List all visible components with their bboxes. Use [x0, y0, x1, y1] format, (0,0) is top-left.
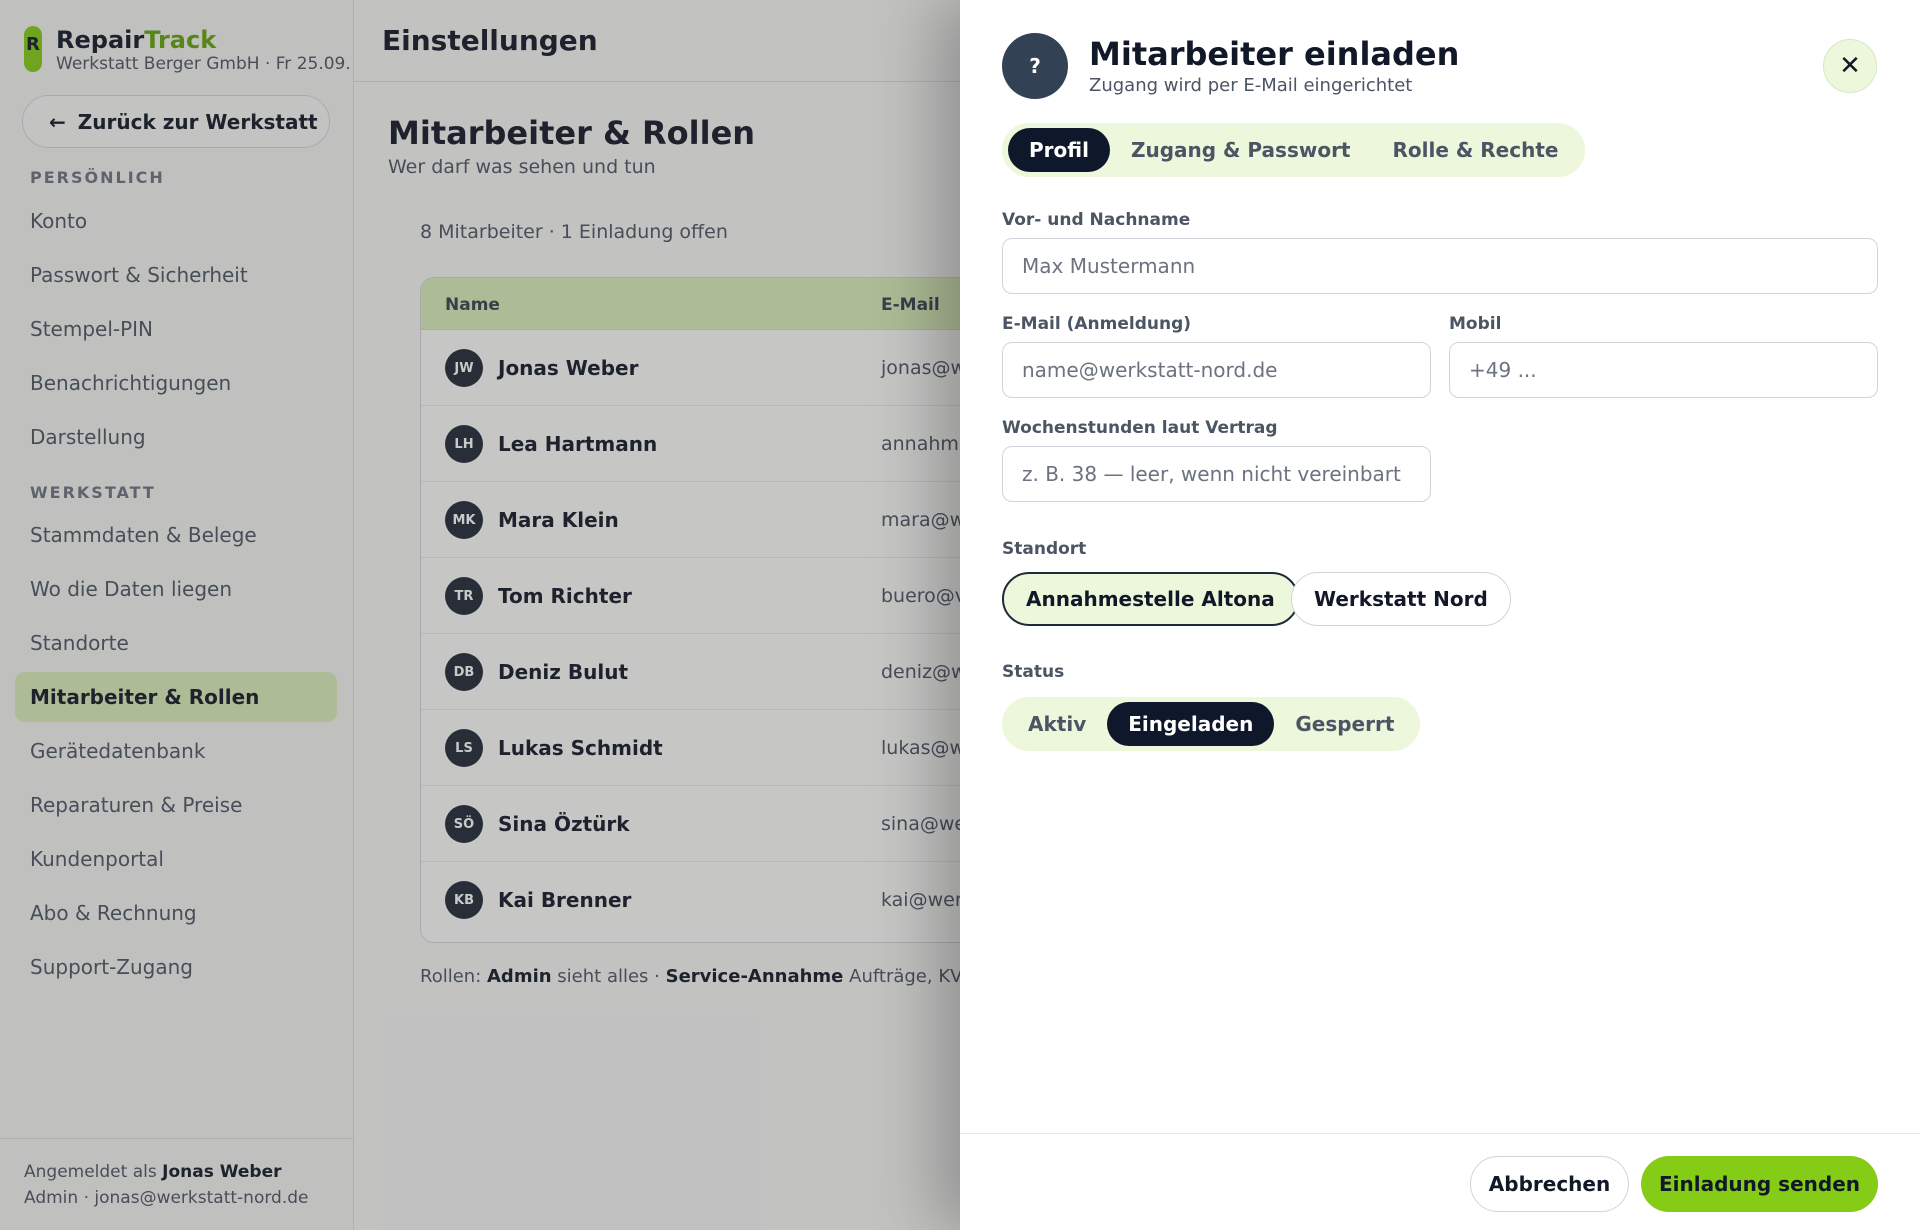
modal-backdrop[interactable] — [0, 0, 960, 1230]
cancel-button[interactable]: Abbrechen — [1470, 1156, 1629, 1212]
invite-employee-drawer: ? Mitarbeiter einladen Zugang wird per E… — [960, 0, 1920, 1230]
name-field[interactable] — [1002, 238, 1878, 294]
email-field-label: E-Mail (Anmeldung) — [1002, 314, 1192, 334]
close-button[interactable]: ✕ — [1823, 39, 1877, 93]
drawer-tabs: Profil Zugang & Passwort Rolle & Rechte — [1002, 123, 1586, 177]
weekly-hours-field-label: Wochenstunden laut Vertrag — [1002, 418, 1278, 438]
email-field[interactable] — [1002, 342, 1431, 398]
drawer-subtitle: Zugang wird per E-Mail eingerichtet — [1089, 75, 1413, 96]
tab-role-rights[interactable]: Rolle & Rechte — [1372, 128, 1580, 172]
status-segmented-control: Aktiv Eingeladen Gesperrt — [1002, 697, 1421, 751]
tab-profile[interactable]: Profil — [1008, 128, 1110, 172]
status-option-invited[interactable]: Eingeladen — [1107, 702, 1275, 746]
help-icon: ? — [1002, 33, 1068, 99]
drawer-footer: Abbrechen Einladung senden — [960, 1133, 1920, 1230]
location-option-nord[interactable]: Werkstatt Nord — [1291, 572, 1511, 626]
location-label: Standort — [1002, 539, 1087, 559]
send-invitation-button[interactable]: Einladung senden — [1641, 1156, 1878, 1212]
mobile-field[interactable] — [1449, 342, 1878, 398]
name-field-label: Vor- und Nachname — [1002, 210, 1191, 230]
tab-access-password[interactable]: Zugang & Passwort — [1110, 128, 1372, 172]
drawer-title: Mitarbeiter einladen — [1089, 35, 1460, 73]
location-option-altona[interactable]: Annahmestelle Altona — [1002, 572, 1299, 626]
status-option-active[interactable]: Aktiv — [1007, 702, 1107, 746]
status-option-blocked[interactable]: Gesperrt — [1274, 702, 1415, 746]
close-icon: ✕ — [1839, 51, 1861, 81]
mobile-field-label: Mobil — [1449, 314, 1502, 334]
weekly-hours-field[interactable] — [1002, 446, 1431, 502]
status-label: Status — [1002, 662, 1065, 682]
